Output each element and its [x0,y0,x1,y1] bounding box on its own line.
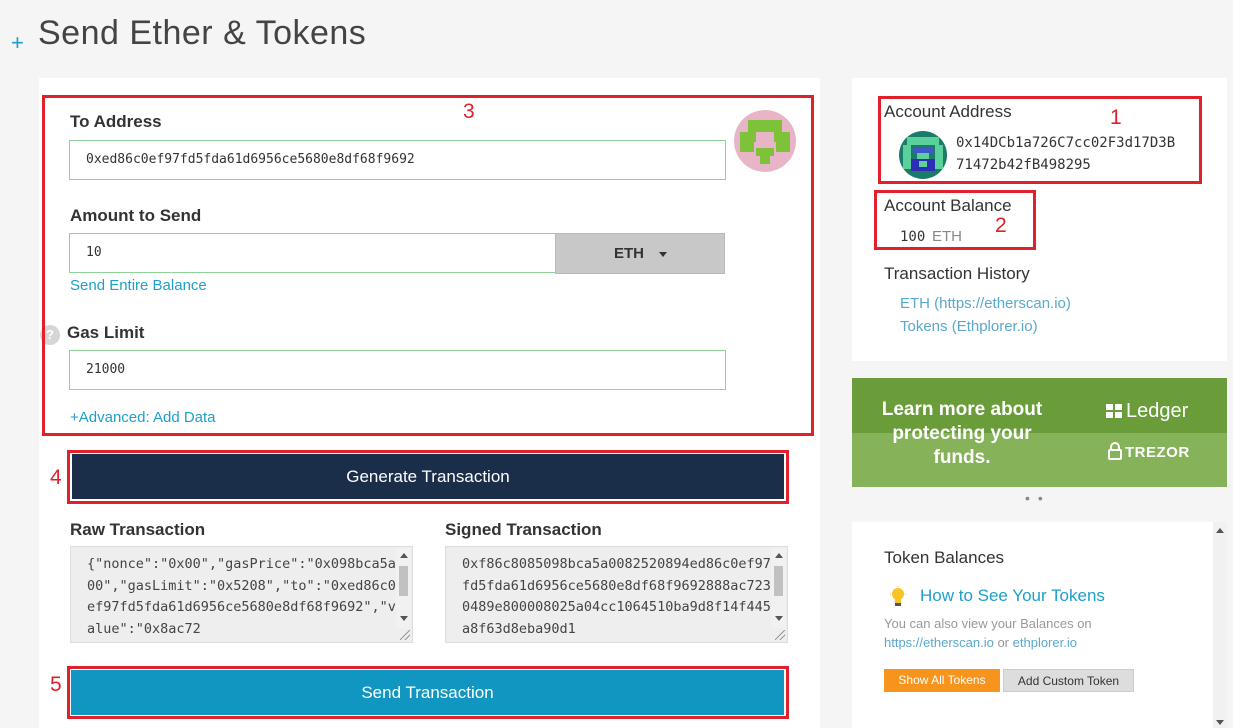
token-select-dropdown[interactable]: ETH [555,233,725,274]
annotation-number-4: 4 [50,466,62,489]
lightbulb-icon [890,586,906,606]
signed-transaction-textarea[interactable]: 0xf86c8085098bca5a0082520894ed86c0ef97fd… [445,546,788,643]
send-entire-balance-link[interactable]: Send Entire Balance [70,277,207,294]
annotation-number-5: 5 [50,673,62,696]
transaction-history-label: Transaction History [884,264,1030,283]
gas-limit-input[interactable]: 21000 [69,350,726,390]
add-custom-token-button[interactable]: Add Custom Token [1003,669,1134,692]
history-tokens-link[interactable]: Tokens (Ethplorer.io) [900,318,1038,335]
help-icon[interactable]: ? [40,325,60,345]
trezor-logo[interactable]: TREZOR [1108,442,1190,461]
chevron-down-icon [659,252,667,257]
send-transaction-button[interactable]: Send Transaction [71,670,784,715]
lock-icon [1108,442,1122,460]
account-balance-label: Account Balance [884,196,1012,215]
banner-text: Learn more about protecting your funds. [881,399,1043,468]
raw-transaction-textarea[interactable]: {"nonce":"0x00","gasPrice":"0x098bca5a00… [70,546,413,643]
account-identicon [899,131,947,179]
signed-transaction-scrollbar[interactable] [771,548,786,628]
token-balances-title: Token Balances [884,548,1005,567]
token-desc-text: You can also view your Balances on [884,616,1092,631]
resize-grip-icon[interactable] [775,630,785,640]
amount-label: Amount to Send [70,206,202,225]
expand-icon[interactable]: + [11,30,24,56]
account-address-line1: 0x14DCb1a726C7cc02F3d17D3B [956,135,1176,151]
token-select-value: ETH [614,245,644,262]
page-title: Send Ether & Tokens [38,14,367,52]
annotation-number-3: 3 [463,100,475,123]
ethplorer-link[interactable]: ethplorer.io [1013,635,1077,650]
to-address-identicon [734,110,796,172]
resize-grip-icon[interactable] [400,630,410,640]
annotation-number-2: 2 [995,214,1007,237]
token-desc-links: https://etherscan.io or ethplorer.io [884,635,1077,650]
gas-limit-label: Gas Limit [67,323,145,342]
token-card-scrollbar[interactable] [1213,522,1227,728]
carousel-dots[interactable]: •• [1025,490,1051,506]
history-eth-link[interactable]: ETH (https://etherscan.io) [900,295,1071,312]
ledger-logo[interactable]: Ledger [1106,400,1188,423]
generate-transaction-button[interactable]: Generate Transaction [72,454,784,499]
raw-transaction-scrollbar[interactable] [396,548,411,628]
etherscan-link[interactable]: https://etherscan.io [884,635,994,650]
account-balance-unit: ETH [932,228,962,245]
advanced-add-data-link[interactable]: +Advanced: Add Data [70,409,216,426]
hardware-wallet-banner[interactable]: Learn more about protecting your funds. … [852,378,1227,487]
to-address-label: To Address [70,112,162,131]
signed-transaction-text: 0xf86c8085098bca5a0082520894ed86c0ef97fd… [462,556,771,637]
account-address-label: Account Address [884,102,1012,121]
show-all-tokens-button[interactable]: Show All Tokens [884,669,1000,692]
to-address-input[interactable]: 0xed86c0ef97fd5fda61d6956ce5680e8df68f96… [69,140,726,180]
amount-input[interactable]: 10 [69,233,556,273]
ledger-icon [1106,404,1122,418]
raw-transaction-label: Raw Transaction [70,520,206,539]
annotation-number-1: 1 [1110,106,1122,129]
raw-transaction-text: {"nonce":"0x00","gasPrice":"0x098bca5a00… [87,556,396,637]
how-to-see-tokens-link[interactable]: How to See Your Tokens [920,586,1105,606]
account-address-line2: 71472b42fB498295 [956,157,1091,173]
signed-transaction-label: Signed Transaction [445,520,602,539]
account-balance-value: 100 [900,229,926,245]
